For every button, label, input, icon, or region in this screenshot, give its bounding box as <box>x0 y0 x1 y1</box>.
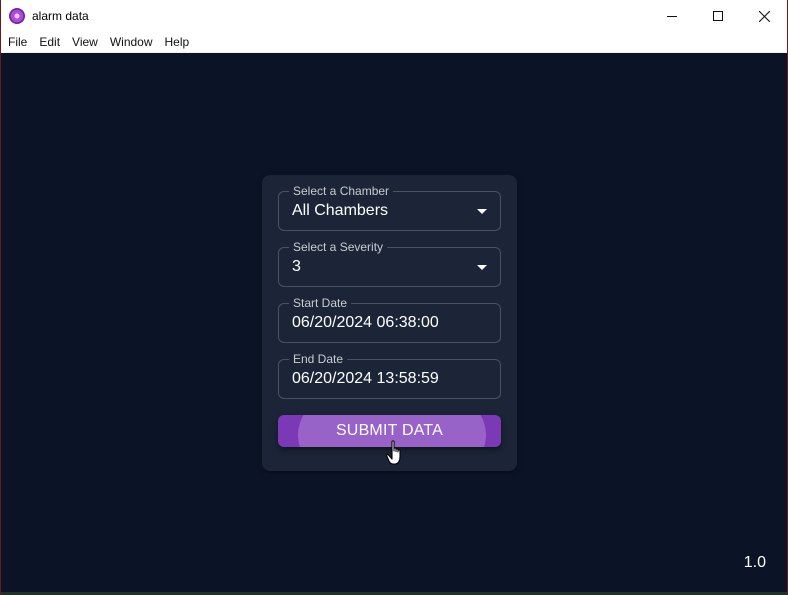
menu-help[interactable]: Help <box>159 32 196 52</box>
hand-pointer-cursor-icon <box>386 440 401 465</box>
menu-bar: File Edit View Window Help <box>1 32 787 53</box>
minimize-button[interactable] <box>649 0 695 32</box>
close-button[interactable] <box>741 0 787 32</box>
maximize-icon <box>713 11 723 21</box>
end-date-label: End Date <box>289 352 348 366</box>
chamber-value: All Chambers <box>292 202 389 219</box>
dropdown-arrow-icon <box>477 209 487 214</box>
menu-file[interactable]: File <box>1 32 33 52</box>
severity-value: 3 <box>292 258 301 275</box>
menu-window[interactable]: Window <box>104 32 159 52</box>
maximize-button[interactable] <box>695 0 741 32</box>
minimize-icon <box>667 16 677 17</box>
filter-card: Select a Chamber All Chambers Select a S… <box>262 175 517 471</box>
start-date-field[interactable]: Start Date 06/20/2024 06:38:00 <box>278 296 501 343</box>
end-date-value: 06/20/2024 13:58:59 <box>292 370 439 387</box>
menu-view[interactable]: View <box>66 32 104 52</box>
end-date-field[interactable]: End Date 06/20/2024 13:58:59 <box>278 352 501 399</box>
menu-edit[interactable]: Edit <box>33 32 66 52</box>
window-title: alarm data <box>32 9 89 23</box>
dropdown-arrow-icon <box>477 265 487 270</box>
chamber-label: Select a Chamber <box>289 184 394 198</box>
severity-label: Select a Severity <box>289 240 388 254</box>
title-bar[interactable]: alarm data <box>1 0 787 32</box>
chamber-select[interactable]: Select a Chamber All Chambers <box>278 184 501 231</box>
close-icon <box>758 10 770 22</box>
start-date-value: 06/20/2024 06:38:00 <box>292 314 439 331</box>
app-logo-icon <box>9 8 25 24</box>
app-window: alarm data File Edit View Window Help Se… <box>0 0 788 595</box>
start-date-label: Start Date <box>289 296 352 310</box>
version-label: 1.0 <box>743 554 766 571</box>
window-controls <box>649 0 787 32</box>
severity-select[interactable]: Select a Severity 3 <box>278 240 501 287</box>
